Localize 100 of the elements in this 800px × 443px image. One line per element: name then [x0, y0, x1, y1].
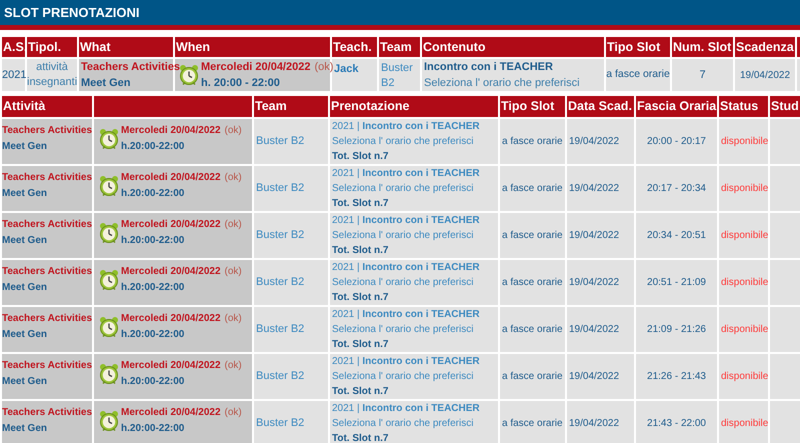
- column-header: Tipol.: [26, 36, 78, 58]
- table-cell: 20:00 - 20:17: [635, 118, 718, 165]
- table-cell: a fasce orarie: [499, 353, 566, 400]
- event-name: Meet Gen: [2, 328, 48, 342]
- event-date: Mercoledi 20/04/2022: [121, 124, 221, 138]
- column-header: Attività: [1, 95, 93, 118]
- event-time: h.20:00-22:00: [121, 187, 184, 201]
- event-time: h.20:00-22:00: [121, 281, 184, 295]
- table-cell: 20:51 - 21:09: [635, 259, 718, 306]
- table-cell: a fasce orarie: [499, 400, 566, 443]
- booking-title: 2021 | Incontro con i TEACHER: [332, 167, 480, 181]
- table-cell: Buster B2: [253, 118, 329, 165]
- table-cell: 21:09 - 21:26: [635, 306, 718, 353]
- alarm-clock-icon: [99, 222, 119, 244]
- status-note: (ok): [224, 312, 242, 326]
- booking-text: Seleziona l' orario che preferisci: [332, 229, 474, 243]
- column-header: Team: [253, 95, 329, 118]
- status-note: (ok): [314, 60, 334, 75]
- column-header: Tipo Slot: [499, 95, 566, 118]
- table-cell: 7: [671, 58, 734, 92]
- page-title-bar: SLOT PRENOTAZIONI: [0, 0, 800, 30]
- column-header: What: [78, 36, 174, 58]
- status-cell: disponibile: [718, 400, 769, 443]
- table-cell: a fasce orarie: [605, 58, 671, 92]
- table-cell: Buster B2: [378, 58, 421, 92]
- table-cell: 19/04/2022: [566, 118, 635, 165]
- status-note: (ok): [224, 171, 242, 185]
- slot-total: Tot. Slot n.7: [332, 291, 388, 305]
- table-cell: Buster B2: [253, 306, 329, 353]
- event-time: h.20:00-22:00: [121, 328, 184, 342]
- content-text: Seleziona l' orario che preferisci: [424, 76, 580, 91]
- alarm-clock-icon: [99, 175, 119, 197]
- activity-name: Teachers Activities: [2, 406, 92, 420]
- event-time: h.20:00-22:00: [121, 140, 184, 154]
- booking-title: 2021 | Incontro con i TEACHER: [332, 402, 480, 416]
- alarm-clock-icon: [179, 64, 199, 86]
- column-header: Contenuto: [421, 36, 605, 58]
- table-cell: Buster B2: [253, 353, 329, 400]
- table-cell: 19/04/2022: [566, 306, 635, 353]
- table-cell: 21:26 - 21:43: [635, 353, 718, 400]
- table-cell: Buster B2: [253, 165, 329, 212]
- table-cell: a fasce orarie: [499, 165, 566, 212]
- column-header: Data Scad.: [566, 95, 635, 118]
- status-cell: disponibile: [718, 306, 769, 353]
- booking-text: Seleziona l' orario che preferisci: [332, 417, 474, 431]
- status-note: (ok): [224, 218, 242, 232]
- slot-total: Tot. Slot n.7: [332, 432, 388, 443]
- column-header: A.S.: [1, 36, 26, 58]
- event-time: h.20:00-22:00: [121, 422, 184, 436]
- booking-title: 2021 | Incontro con i TEACHER: [332, 261, 480, 275]
- table-cell: a fasce orarie: [499, 118, 566, 165]
- activity-name: Teachers Activities: [2, 124, 92, 138]
- status-cell: disponibile: [718, 118, 769, 165]
- column-header: Team: [378, 36, 421, 58]
- table-cell: attività insegnanti: [26, 58, 78, 92]
- event-date: Mercoledi 20/04/2022: [201, 60, 310, 75]
- table-cell: 20:34 - 20:51: [635, 212, 718, 259]
- status-cell: disponibile: [718, 259, 769, 306]
- column-header: Tipo Slot: [605, 36, 671, 58]
- booking-text: Seleziona l' orario che preferisci: [332, 135, 474, 149]
- status-cell: disponibile: [718, 353, 769, 400]
- activity-name: Teachers Activities: [2, 171, 92, 185]
- event-date: Mercoledi 20/04/2022: [121, 359, 221, 373]
- event-time: h.20:00-22:00: [121, 234, 184, 248]
- column-header: Fascia Oraria: [635, 95, 718, 118]
- table-cell: 19/04/2022: [566, 212, 635, 259]
- status-note: (ok): [224, 124, 242, 138]
- slot-total: Tot. Slot n.7: [332, 385, 388, 399]
- column-header: Scadenza: [734, 36, 796, 58]
- event-date: Mercoledi 20/04/2022: [121, 265, 221, 279]
- column-header: Status: [718, 95, 769, 118]
- status-note: (ok): [224, 406, 242, 420]
- booking-text: Seleziona l' orario che preferisci: [332, 182, 474, 196]
- slot-total: Tot. Slot n.7: [332, 244, 388, 258]
- table-cell: a fasce orarie: [499, 212, 566, 259]
- table-cell: 20:17 - 20:34: [635, 165, 718, 212]
- event-name: Meet Gen: [2, 422, 48, 436]
- event-date: Mercoledi 20/04/2022: [121, 312, 221, 326]
- alarm-clock-icon: [99, 410, 119, 432]
- event-date: Mercoledi 20/04/2022: [121, 406, 221, 420]
- slot-total: Tot. Slot n.7: [332, 150, 388, 164]
- event-time: h.20:00-22:00: [121, 375, 184, 389]
- table-cell: 19/04/2022: [566, 400, 635, 443]
- activity-name: Teachers Activities: [2, 265, 92, 279]
- event-date: Mercoledi 20/04/2022: [121, 171, 221, 185]
- status-note: (ok): [224, 359, 242, 373]
- booking-title: 2021 | Incontro con i TEACHER: [332, 120, 480, 134]
- event-name: Meet Gen: [2, 187, 48, 201]
- slot-total: Tot. Slot n.7: [332, 338, 388, 352]
- activity-name: Teachers Activities: [81, 60, 180, 75]
- column-header: Teach.: [331, 36, 378, 58]
- status-note: (ok): [224, 265, 242, 279]
- event-name: Meet Gen: [2, 234, 48, 248]
- booking-title: 2021 | Incontro con i TEACHER: [332, 214, 480, 228]
- column-header: Stud: [769, 95, 800, 118]
- content-title: Incontro con i TEACHER: [424, 60, 553, 75]
- status-cell: disponibile: [718, 212, 769, 259]
- table-cell: a fasce orarie: [499, 306, 566, 353]
- table-cell: a fasce orarie: [499, 259, 566, 306]
- alarm-clock-icon: [99, 316, 119, 338]
